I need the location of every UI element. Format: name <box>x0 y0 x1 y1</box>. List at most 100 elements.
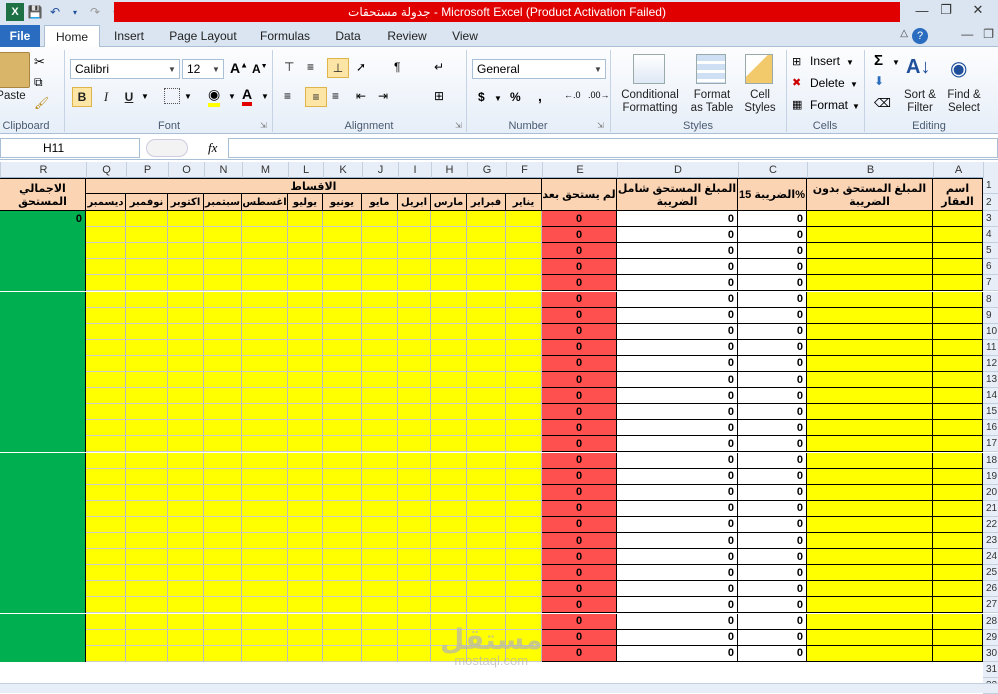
cell-f[interactable] <box>506 259 542 276</box>
column-header-b[interactable]: B <box>807 162 933 178</box>
cell-f[interactable] <box>506 275 542 292</box>
column-header-n[interactable]: N <box>204 162 242 178</box>
cell-m[interactable] <box>242 388 288 405</box>
cell-o[interactable] <box>168 484 204 501</box>
cell-g[interactable] <box>467 436 506 453</box>
cell-p[interactable] <box>126 436 168 453</box>
row-header[interactable]: 2 <box>983 194 998 211</box>
merge-center-icon[interactable]: ⊞ <box>434 89 444 103</box>
cell-m[interactable] <box>242 597 288 614</box>
header-amount-with-tax[interactable]: المبلغ المستحق شامل الضريبة <box>617 178 738 211</box>
cell-l[interactable] <box>288 597 323 614</box>
cell-j[interactable] <box>362 388 398 405</box>
cell-p[interactable] <box>126 355 168 372</box>
cell-a[interactable] <box>933 275 983 292</box>
align-bottom-button[interactable]: ⊥ <box>327 58 349 78</box>
cell-l[interactable] <box>288 645 323 662</box>
cell-c[interactable]: 0 <box>738 468 807 485</box>
cell-p[interactable] <box>126 291 168 308</box>
cell-b[interactable] <box>807 243 933 260</box>
row-header[interactable]: 15 <box>983 404 998 421</box>
cell-q[interactable] <box>86 275 126 292</box>
cell-d[interactable]: 0 <box>617 388 738 405</box>
cell-n[interactable] <box>204 307 242 324</box>
cell-i[interactable] <box>398 436 431 453</box>
cell-a[interactable] <box>933 597 983 614</box>
cell-b[interactable] <box>807 484 933 501</box>
cell-p[interactable] <box>126 549 168 566</box>
row-header[interactable]: 6 <box>983 259 998 276</box>
cell-k[interactable] <box>323 468 362 485</box>
cell-i[interactable] <box>398 516 431 533</box>
cell-l[interactable] <box>288 629 323 646</box>
cell-g[interactable] <box>467 565 506 582</box>
clear-icon[interactable]: ⌫ <box>874 96 891 110</box>
minimize-icon[interactable]: — <box>910 0 934 20</box>
cell-q[interactable] <box>86 436 126 453</box>
row-header[interactable]: 18 <box>983 452 998 469</box>
cell-m[interactable] <box>242 645 288 662</box>
wb-restore-icon[interactable]: ❐ <box>983 27 994 41</box>
cell-o[interactable] <box>168 549 204 566</box>
cell-f[interactable] <box>506 227 542 244</box>
cell-m[interactable] <box>242 307 288 324</box>
cell-i[interactable] <box>398 291 431 308</box>
cell-f[interactable] <box>506 549 542 566</box>
cell-d[interactable]: 0 <box>617 468 738 485</box>
cell-d[interactable]: 0 <box>617 549 738 566</box>
cell-j[interactable] <box>362 259 398 276</box>
row-header[interactable]: 22 <box>983 516 998 533</box>
cell-h[interactable] <box>431 484 467 501</box>
header-month[interactable]: مارس <box>431 194 467 211</box>
cell-d[interactable]: 0 <box>617 597 738 614</box>
format-painter-icon[interactable]: 🖌 <box>34 96 49 110</box>
cell-c[interactable]: 0 <box>738 227 807 244</box>
cell-c[interactable]: 0 <box>738 275 807 292</box>
name-box[interactable]: H11 <box>0 138 140 158</box>
cell-c[interactable]: 0 <box>738 307 807 324</box>
cell-g[interactable] <box>467 259 506 276</box>
header-month[interactable]: يوليو <box>288 194 323 211</box>
row-header[interactable]: 24 <box>983 549 998 566</box>
cell-b[interactable] <box>807 355 933 372</box>
cell-o[interactable] <box>168 597 204 614</box>
cell-d[interactable]: 0 <box>617 227 738 244</box>
cell-n[interactable] <box>204 404 242 421</box>
cell-j[interactable] <box>362 372 398 389</box>
cell-f[interactable] <box>506 388 542 405</box>
cell-b[interactable] <box>807 500 933 517</box>
cell-m[interactable] <box>242 372 288 389</box>
cell-p[interactable] <box>126 629 168 646</box>
cell-h[interactable] <box>431 565 467 582</box>
cell-d[interactable]: 0 <box>617 613 738 630</box>
cell-h[interactable] <box>431 211 467 228</box>
column-header-j[interactable]: J <box>362 162 398 178</box>
cell-i[interactable] <box>398 533 431 550</box>
chevron-down-icon[interactable]: ▼ <box>850 80 858 89</box>
cell-c[interactable]: 0 <box>738 565 807 582</box>
cell-o[interactable] <box>168 227 204 244</box>
header-property-name[interactable]: اسم العقار <box>933 178 983 211</box>
cell-f[interactable] <box>506 597 542 614</box>
cell-g[interactable] <box>467 484 506 501</box>
cell-e[interactable]: 0 <box>542 307 617 324</box>
cell-g[interactable] <box>467 355 506 372</box>
cell-j[interactable] <box>362 549 398 566</box>
cell-o[interactable] <box>168 645 204 662</box>
cell-a[interactable] <box>933 645 983 662</box>
cell-l[interactable] <box>288 291 323 308</box>
cell-e[interactable]: 0 <box>542 436 617 453</box>
cell-l[interactable] <box>288 436 323 453</box>
cell-d[interactable]: 0 <box>617 500 738 517</box>
cell-h[interactable] <box>431 468 467 485</box>
cell-m[interactable] <box>242 549 288 566</box>
insert-function-icon[interactable]: fx <box>208 140 217 156</box>
cell-k[interactable] <box>323 436 362 453</box>
cell-p[interactable] <box>126 259 168 276</box>
cell-q[interactable] <box>86 372 126 389</box>
cell-d[interactable]: 0 <box>617 404 738 421</box>
cell-n[interactable] <box>204 452 242 469</box>
cell-h[interactable] <box>431 516 467 533</box>
cell-k[interactable] <box>323 227 362 244</box>
cell-q[interactable] <box>86 484 126 501</box>
